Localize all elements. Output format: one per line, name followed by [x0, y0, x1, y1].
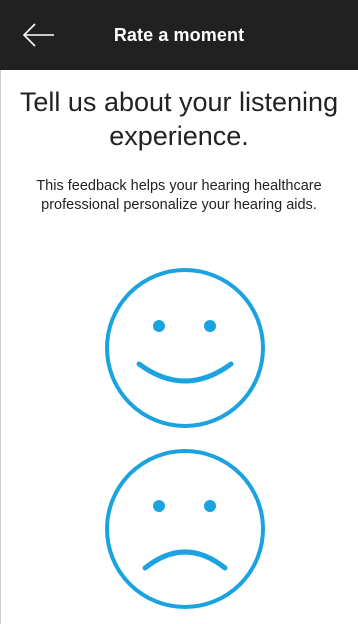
headline: Tell us about your listening experience. [19, 87, 339, 151]
sad-face-icon [105, 449, 265, 609]
app-bar: Rate a moment [0, 0, 358, 70]
content-border [0, 70, 1, 624]
page-title: Rate a moment [113, 25, 245, 45]
description-text: This feedback helps your hearing healthc… [36, 178, 322, 213]
happy-face-icon [105, 268, 265, 428]
happy-rating-button[interactable] [104, 267, 266, 429]
sad-rating-button[interactable] [104, 448, 266, 610]
